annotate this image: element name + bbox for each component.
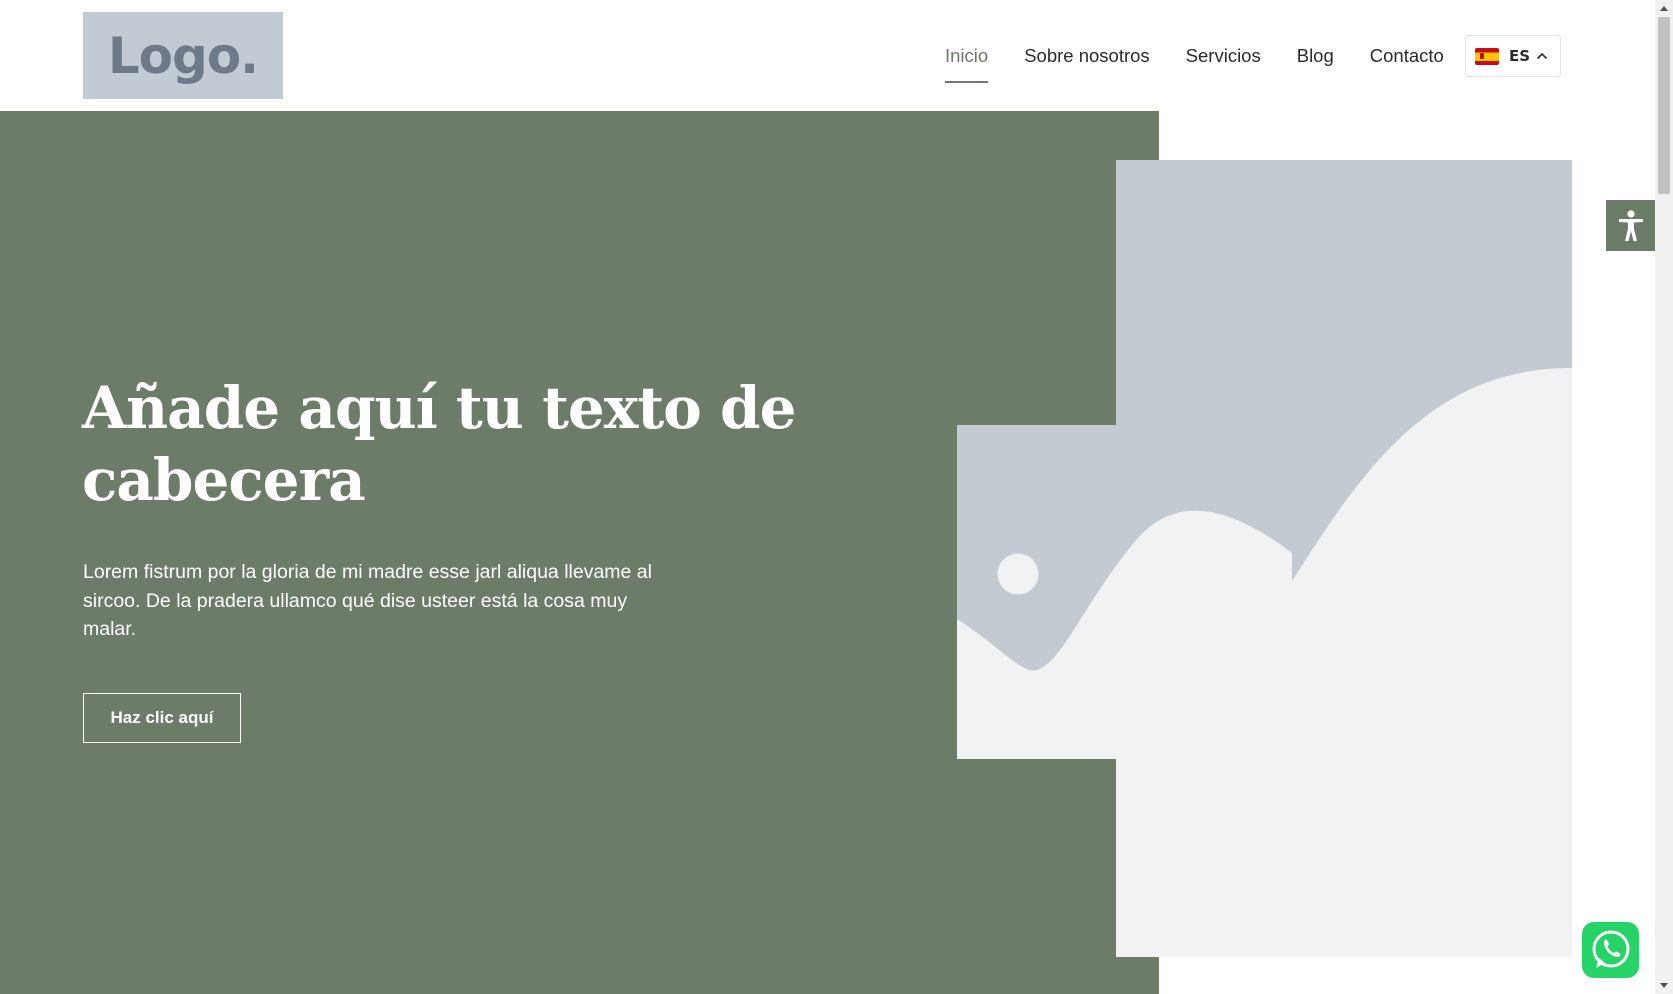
nav-item-inicio[interactable]: Inicio: [945, 37, 989, 83]
nav-item-blog[interactable]: Blog: [1297, 37, 1334, 75]
main-nav: Inicio Sobre nosotros Servicios Blog Con…: [945, 0, 1480, 111]
site-logo[interactable]: Logo.: [83, 12, 283, 99]
spain-flag-icon: [1475, 47, 1499, 65]
language-selector[interactable]: ES: [1465, 35, 1561, 77]
scrollbar[interactable]: [1655, 0, 1673, 994]
scroll-up-arrow-icon[interactable]: [1660, 6, 1668, 11]
nav-item-servicios[interactable]: Servicios: [1186, 37, 1261, 75]
accessibility-icon: [1618, 209, 1643, 241]
accessibility-button[interactable]: [1606, 200, 1655, 251]
nav-item-contacto[interactable]: Contacto: [1370, 37, 1444, 75]
chevron-up-icon: [1536, 52, 1548, 60]
nav-item-sobre-nosotros[interactable]: Sobre nosotros: [1024, 37, 1149, 75]
cta-button[interactable]: Haz clic aquí: [83, 693, 241, 743]
image-placeholder-icon: [957, 160, 1572, 957]
hero-description: Lorem fistrum por la gloria de mi madre …: [83, 561, 652, 640]
language-code: ES: [1509, 47, 1531, 65]
scrollbar-thumb[interactable]: [1658, 17, 1670, 194]
whatsapp-button[interactable]: [1582, 922, 1639, 978]
hero-title: Añade aquí tu texto de cabecera: [82, 374, 796, 514]
scroll-down-arrow-icon[interactable]: [1660, 983, 1668, 988]
whatsapp-icon: [1592, 930, 1629, 968]
logo-text: Logo.: [107, 26, 259, 85]
site-header: Logo. Inicio Sobre nosotros Servicios Bl…: [0, 0, 1655, 111]
